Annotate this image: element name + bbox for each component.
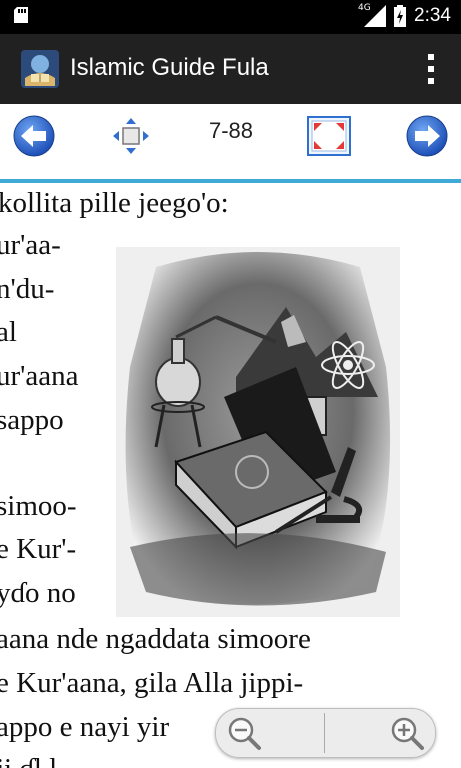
text-line: al bbox=[0, 316, 17, 348]
book-science-illustration bbox=[116, 247, 400, 617]
text-line: e Kur'aana, gila Alla jippi- bbox=[0, 667, 304, 699]
sd-card-icon bbox=[14, 7, 28, 23]
text-line: ur'aana bbox=[0, 360, 79, 392]
page-content[interactable]: kollita pille jeego'o: ur'aa- n'du- al u… bbox=[0, 183, 461, 768]
move-arrows-icon[interactable] bbox=[111, 116, 151, 156]
text-line: yɗo no bbox=[0, 577, 76, 609]
text-line: appo e nayi yir bbox=[0, 711, 170, 743]
text-line: n'du- bbox=[0, 273, 55, 305]
text-line: e Kur'- bbox=[0, 533, 77, 565]
page-toolbar: 7-88 bbox=[0, 104, 461, 180]
text-line: ur'aa- bbox=[0, 229, 61, 261]
next-page-arrow-icon[interactable] bbox=[405, 114, 449, 158]
text-line: simoo- bbox=[0, 490, 77, 522]
app-bar: Islamic Guide Fula bbox=[0, 34, 461, 104]
status-bar: 4G 2:34 bbox=[0, 0, 461, 34]
text-line: sappo bbox=[0, 404, 64, 436]
status-icons: 4G 2:34 bbox=[358, 3, 451, 27]
text-line: aana nde ngaddata simoore bbox=[0, 623, 311, 655]
zoom-separator bbox=[324, 713, 325, 753]
clock: 2:34 bbox=[414, 5, 451, 26]
app-title: Islamic Guide Fula bbox=[70, 54, 269, 81]
text-line: kollita pille jeego'o: bbox=[0, 187, 229, 219]
zoom-out-icon[interactable] bbox=[226, 715, 262, 751]
previous-page-arrow-icon[interactable] bbox=[12, 114, 56, 158]
network-type-label: 4G bbox=[358, 3, 371, 13]
page-indicator: 7-88 bbox=[208, 118, 254, 143]
app-logo-icon bbox=[21, 50, 59, 88]
battery-charging-icon bbox=[394, 5, 407, 27]
overflow-menu-icon[interactable] bbox=[427, 54, 435, 84]
signal-icon: 4G bbox=[358, 3, 387, 27]
zoom-control bbox=[215, 708, 436, 758]
text-line: ji ɗl l bbox=[0, 753, 57, 768]
zoom-in-icon[interactable] bbox=[389, 715, 425, 751]
fit-screen-icon[interactable] bbox=[307, 116, 351, 156]
